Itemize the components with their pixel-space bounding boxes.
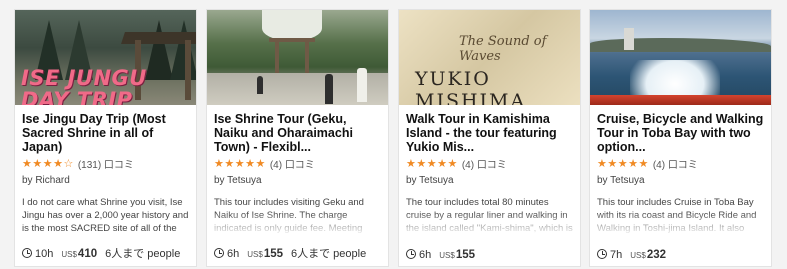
star-rating-icon: ★★★★★	[597, 157, 649, 170]
star-rating-icon: ★★★★☆	[22, 157, 74, 170]
price: 155	[455, 249, 475, 261]
duration: 7h	[610, 249, 623, 261]
guide-name[interactable]: by Richard	[22, 175, 189, 186]
price: 410	[77, 248, 98, 260]
tour-meta: 6h US$ 155 6人まで people	[214, 245, 366, 261]
currency: US$	[61, 250, 77, 259]
person-figure	[357, 68, 367, 102]
review-count[interactable]: (4) 口コミ	[462, 156, 507, 171]
star-rating-icon: ★★★★★	[406, 157, 458, 170]
review-count[interactable]: (4) 口コミ	[653, 156, 698, 171]
tour-card[interactable]: ISE JUNGU DAY TRIP Ise Jingu Day Trip (M…	[14, 9, 197, 267]
tour-description: This tour includes Cruise in Toba Bay wi…	[597, 196, 764, 236]
image-overlay-text: ISE JUNGU DAY TRIP	[21, 66, 147, 105]
guide-name[interactable]: by Tetsuya	[406, 175, 573, 186]
tour-card[interactable]: The Sound of Waves YUKIO MISHIMA Walk To…	[398, 9, 581, 267]
review-count[interactable]: (131) 口コミ	[78, 156, 134, 171]
duration: 6h	[419, 249, 432, 261]
tour-image[interactable]: ISE JUNGU DAY TRIP	[15, 10, 196, 105]
guide-name[interactable]: by Tetsuya	[597, 175, 764, 186]
currency: US$	[439, 251, 455, 260]
price: 155	[263, 248, 283, 260]
price: 232	[646, 249, 666, 261]
tour-meta: 6h US$ 155	[406, 248, 483, 261]
currency: US$	[247, 250, 263, 259]
tour-card[interactable]: Ise Shrine Tour (Geku, Naiku and Oharaim…	[206, 9, 389, 267]
tour-card[interactable]: Cruise, Bicycle and Walking Tour in Toba…	[589, 9, 772, 267]
tour-meta: 10h US$ 410 6人まで people	[22, 245, 180, 261]
rating: ★★★★★ (4) 口コミ	[214, 156, 381, 171]
duration: 6h	[227, 248, 240, 260]
sky-patch	[262, 10, 322, 40]
currency: US$	[630, 251, 646, 260]
tour-meta: 7h US$ 232	[597, 248, 674, 261]
tour-card-list: ISE JUNGU DAY TRIP Ise Jingu Day Trip (M…	[0, 0, 787, 269]
book-author: YUKIO MISHIMA	[415, 68, 527, 105]
rating: ★★★★★ (4) 口コミ	[406, 156, 573, 171]
review-count[interactable]: (4) 口コミ	[270, 156, 315, 171]
tour-image[interactable]: The Sound of Waves YUKIO MISHIMA	[399, 10, 580, 105]
tour-title[interactable]: Ise Shrine Tour (Geku, Naiku and Oharaim…	[214, 112, 381, 155]
tour-title[interactable]: Cruise, Bicycle and Walking Tour in Toba…	[597, 112, 764, 155]
duration: 10h	[35, 248, 54, 260]
tour-description: The tour includes total 80 minutes cruis…	[406, 197, 573, 236]
clock-icon	[597, 249, 607, 259]
tour-image[interactable]	[207, 10, 388, 105]
star-rating-icon: ★★★★★	[214, 157, 266, 170]
rating: ★★★★☆ (131) 口コミ	[22, 156, 189, 171]
tour-title[interactable]: Walk Tour in Kamishima Island - the tour…	[406, 112, 573, 155]
tour-description: I do not care what Shrine you visit, Ise…	[22, 197, 189, 234]
group-capacity: 6人まで people	[105, 248, 181, 260]
building-shape	[624, 28, 634, 50]
clock-icon	[22, 248, 32, 258]
group-capacity: 6人まで people	[291, 248, 367, 260]
guide-name[interactable]: by Tetsuya	[214, 175, 381, 186]
boat-rail	[590, 95, 771, 105]
clock-icon	[406, 249, 416, 259]
tour-description: This tour includes visiting Geku and Nai…	[214, 196, 381, 236]
tour-image[interactable]	[590, 10, 771, 105]
clock-icon	[214, 248, 224, 258]
rating: ★★★★★ (4) 口コミ	[597, 156, 764, 171]
book-subtitle: The Sound of Waves	[459, 34, 547, 64]
person-figure	[325, 74, 333, 104]
tour-title[interactable]: Ise Jingu Day Trip (Most Sacred Shrine i…	[22, 112, 189, 155]
island-shape	[590, 38, 771, 52]
person-figure	[257, 76, 263, 94]
